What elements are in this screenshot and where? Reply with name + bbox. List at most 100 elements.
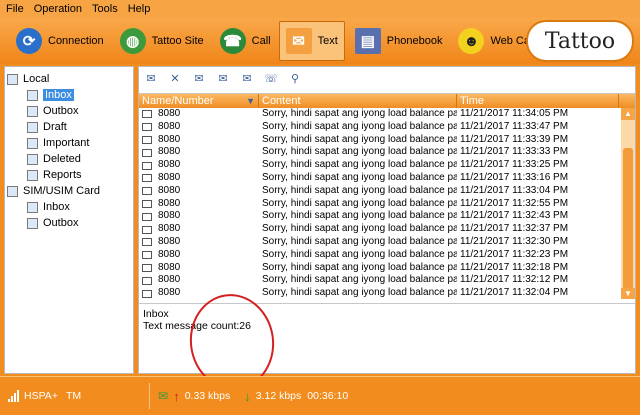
tree-inbox[interactable]: Inbox	[7, 87, 131, 103]
row-content: Sorry, hindi sapat ang iyong load balanc…	[262, 248, 457, 260]
phonebook-icon: ▤	[354, 28, 381, 54]
table-row[interactable]: 8080 Sorry, hindi sapat ang iyong load ba…	[139, 236, 635, 249]
new-message-icon[interactable]: ✉	[143, 71, 159, 85]
important-icon	[27, 137, 38, 149]
tree-outbox[interactable]: Outbox	[7, 103, 131, 119]
inbox-icon	[27, 201, 38, 213]
table-row[interactable]: 8080 Sorry, hindi sapat ang iyong load ba…	[139, 210, 635, 223]
table-row[interactable]: 8080 Sorry, hindi sapat ang iyong load ba…	[139, 198, 635, 211]
row-content: Sorry, hindi sapat ang iyong load balanc…	[262, 133, 457, 145]
inbox-icon	[27, 89, 38, 101]
reply-icon[interactable]: ✉	[191, 71, 207, 85]
row-number: 8080	[139, 134, 259, 147]
tree-sim-inbox[interactable]: Inbox	[7, 199, 131, 215]
row-time: 11/21/2017 11:32:37 PM	[460, 223, 569, 235]
row-time: 11/21/2017 11:32:55 PM	[460, 197, 569, 209]
sort-desc-icon: ▼	[246, 96, 255, 106]
search-icon[interactable]: ⚲	[287, 71, 303, 85]
call-button[interactable]: ☎ Call	[214, 21, 277, 61]
message-rows: 8080 Sorry, hindi sapat ang iyong load ba…	[139, 108, 635, 299]
table-row[interactable]: 8080 Sorry, hindi sapat ang iyong load ba…	[139, 223, 635, 236]
row-content: Sorry, hindi sapat ang iyong load balanc…	[262, 261, 457, 273]
list-header: Name/Number ▼ Content Time	[139, 94, 635, 108]
tree-sim[interactable]: SIM/USIM Card	[7, 183, 131, 199]
row-time: 11/21/2017 11:32:18 PM	[460, 261, 569, 273]
tree-important[interactable]: Important	[7, 135, 131, 151]
row-time: 11/21/2017 11:33:16 PM	[460, 171, 569, 183]
row-number: 8080	[139, 108, 259, 121]
connection-duration: 00:36:10	[307, 390, 349, 402]
call-back-icon[interactable]: ☏	[263, 71, 279, 85]
menu-help[interactable]: Help	[128, 3, 151, 15]
message-list: Name/Number ▼ Content Time 8080 Sorry, hin…	[139, 93, 635, 299]
folder-tree: Local Inbox Outbox Draft Important Delet…	[4, 66, 134, 374]
main-area: Local Inbox Outbox Draft Important Delet…	[4, 64, 636, 376]
scroll-down-icon[interactable]: ▼	[621, 288, 635, 299]
row-number: 8080	[139, 146, 259, 159]
tattoo-site-button[interactable]: ◍ Tattoo Site	[114, 21, 210, 61]
upload-arrow-icon: ↑	[173, 388, 180, 404]
sms-status-icon: ✉	[158, 389, 169, 403]
vertical-scrollbar[interactable]: ▲ ▼	[621, 108, 635, 299]
outbox-icon	[27, 105, 38, 117]
table-row[interactable]: 8080 Sorry, hindi sapat ang iyong load ba…	[139, 121, 635, 134]
menu-tools[interactable]: Tools	[92, 3, 118, 15]
message-icon	[142, 110, 152, 119]
column-content[interactable]: Content	[259, 94, 457, 108]
row-time: 11/21/2017 11:34:05 PM	[460, 108, 569, 119]
column-time[interactable]: Time	[457, 94, 619, 108]
menu-file[interactable]: File	[6, 3, 24, 15]
download-arrow-icon: ↓	[244, 388, 251, 404]
row-time: 11/21/2017 11:33:39 PM	[460, 133, 569, 145]
carrier-name: TM	[65, 390, 82, 402]
row-content: Sorry, hindi sapat ang iyong load balanc…	[262, 120, 457, 132]
row-content: Sorry, hindi sapat ang iyong load balanc…	[262, 235, 457, 247]
message-icon	[142, 289, 152, 298]
table-row[interactable]: 8080 Sorry, hindi sapat ang iyong load ba…	[139, 146, 635, 159]
tree-draft[interactable]: Draft	[7, 119, 131, 135]
table-row[interactable]: 8080 Sorry, hindi sapat ang iyong load ba…	[139, 185, 635, 198]
row-content: Sorry, hindi sapat ang iyong load balanc…	[262, 274, 457, 286]
message-icon	[142, 263, 152, 272]
forward-icon[interactable]: ✉	[215, 71, 231, 85]
table-row[interactable]: 8080 Sorry, hindi sapat ang iyong load ba…	[139, 274, 635, 287]
phonebook-button[interactable]: ▤ Phonebook	[349, 21, 449, 61]
table-row[interactable]: 8080 Sorry, hindi sapat ang iyong load ba…	[139, 249, 635, 262]
row-number: 8080	[139, 172, 259, 185]
table-row[interactable]: 8080 Sorry, hindi sapat ang iyong load ba…	[139, 262, 635, 275]
row-time: 11/21/2017 11:32:12 PM	[460, 274, 569, 286]
message-icon	[142, 251, 152, 260]
menu-operation[interactable]: Operation	[34, 3, 82, 15]
row-time: 11/21/2017 11:33:25 PM	[460, 159, 569, 171]
message-icon	[142, 225, 152, 234]
menu-bar: File Operation Tools Help	[0, 0, 640, 18]
phone-icon: ☎	[219, 28, 246, 54]
tree-local[interactable]: Local	[7, 71, 131, 87]
row-time: 11/21/2017 11:32:30 PM	[460, 235, 569, 247]
text-button[interactable]: ✉ Text	[278, 21, 345, 61]
scroll-up-icon[interactable]: ▲	[621, 108, 635, 120]
row-content: Sorry, hindi sapat ang iyong load balanc…	[262, 146, 457, 158]
tree-reports[interactable]: Reports	[7, 167, 131, 183]
envelope-icon: ✉	[285, 28, 312, 54]
table-row[interactable]: 8080 Sorry, hindi sapat ang iyong load ba…	[139, 134, 635, 147]
scroll-thumb[interactable]	[623, 148, 633, 296]
table-row[interactable]: 8080 Sorry, hindi sapat ang iyong load ba…	[139, 108, 635, 121]
tattoo-logo: Tattoo	[528, 22, 632, 60]
download-speed: 3.12 kbps	[255, 390, 302, 402]
delete-icon[interactable]: ✕	[167, 71, 183, 85]
row-time: 11/21/2017 11:33:33 PM	[460, 146, 569, 158]
column-name[interactable]: Name/Number ▼	[139, 94, 259, 108]
tattoo-site-label: Tattoo Site	[151, 35, 204, 47]
bee-icon: ☻	[458, 28, 485, 54]
resend-icon[interactable]: ✉	[239, 71, 255, 85]
message-icon	[142, 199, 152, 208]
message-icon	[142, 148, 152, 157]
row-content: Sorry, hindi sapat ang iyong load balanc…	[262, 171, 457, 183]
tree-deleted[interactable]: Deleted	[7, 151, 131, 167]
table-row[interactable]: 8080 Sorry, hindi sapat ang iyong load ba…	[139, 172, 635, 185]
table-row[interactable]: 8080 Sorry, hindi sapat ang iyong load ba…	[139, 159, 635, 172]
connection-button[interactable]: ⟳ Connection	[10, 21, 110, 61]
tree-sim-outbox[interactable]: Outbox	[7, 215, 131, 231]
network-type: HSPA+	[24, 390, 58, 402]
